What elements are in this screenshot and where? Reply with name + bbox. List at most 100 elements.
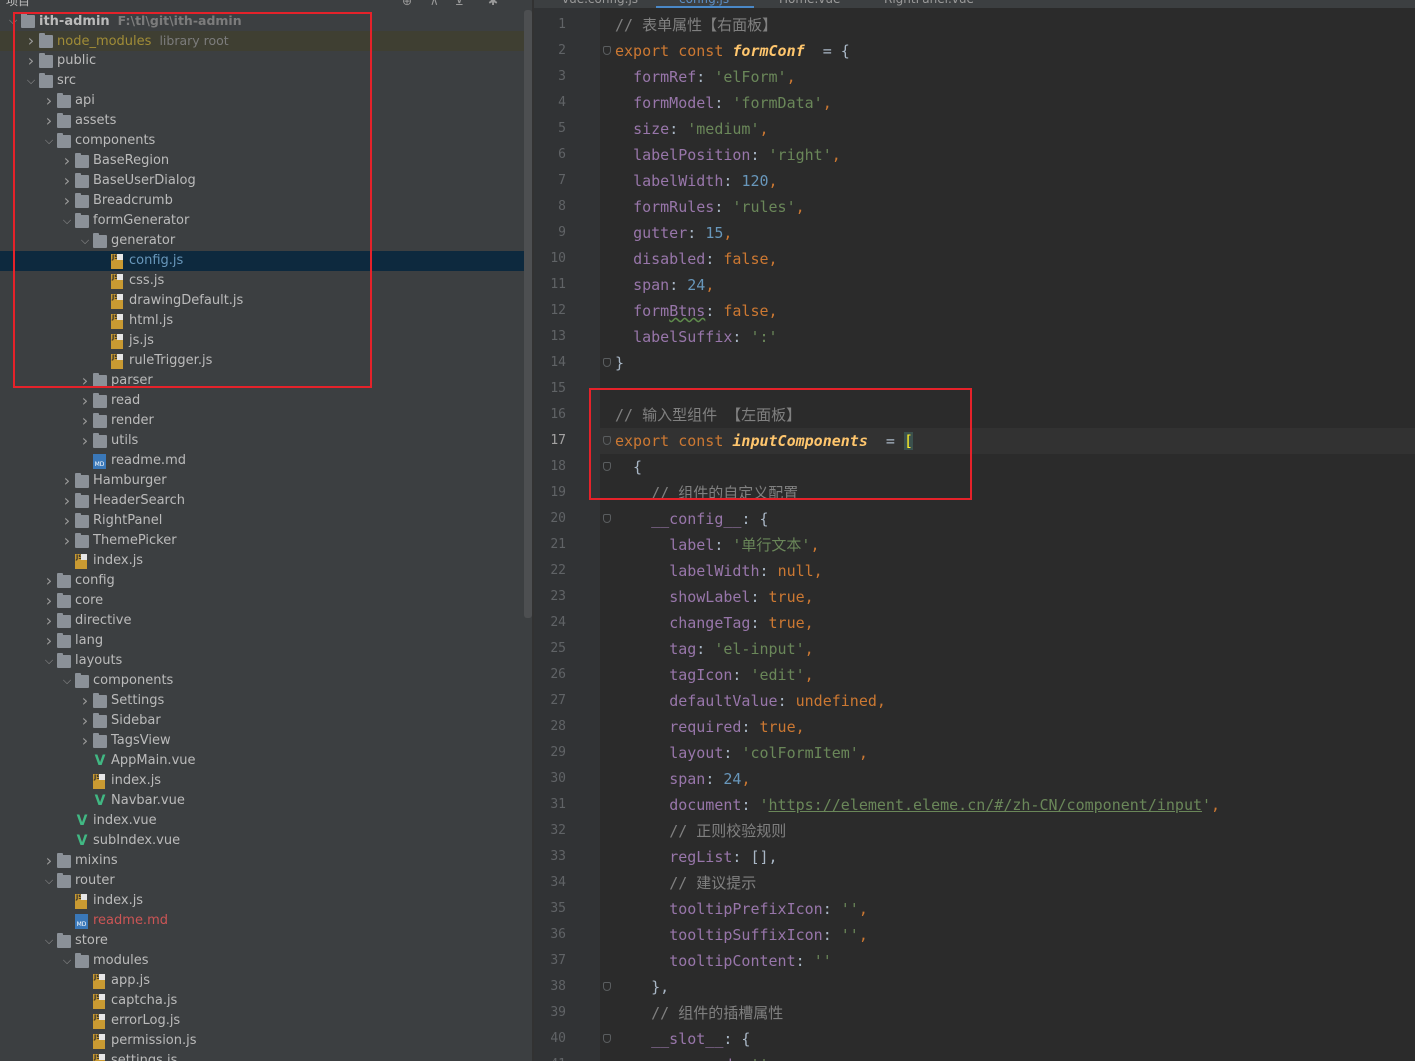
tree-item[interactable]: › core (0, 591, 524, 611)
fold-marker-icon[interactable] (603, 1034, 611, 1043)
folder-icon (57, 853, 71, 868)
code-line: // 建议提示 (669, 874, 757, 892)
js-file-icon: JS (93, 1054, 105, 1061)
tree-item-label: RightPanel (93, 513, 163, 528)
gear-icon[interactable]: ✱ (488, 0, 498, 8)
chevron-right-icon[interactable]: › (79, 411, 91, 431)
tree-item[interactable]: › TagsView (0, 731, 524, 751)
tree-item[interactable]: V AppMain.vue (0, 751, 524, 771)
folder-icon (75, 673, 89, 688)
chevron-right-icon[interactable]: › (43, 571, 55, 591)
tree-item[interactable]: JS index.js (0, 891, 524, 911)
chevron-right-icon[interactable]: › (79, 711, 91, 731)
tree-item[interactable]: ⌵ router (0, 871, 524, 891)
tree-item[interactable]: JS index.js (0, 551, 524, 571)
tree-item[interactable]: › ThemePicker (0, 531, 524, 551)
chevron-right-icon[interactable]: › (61, 491, 73, 511)
tree-item[interactable]: JS index.js (0, 771, 524, 791)
chevron-right-icon[interactable]: › (79, 431, 91, 451)
tree-item-label: Hamburger (93, 473, 167, 488)
code-line: formModel: 'formData', (633, 94, 832, 112)
chevron-right-icon[interactable]: › (79, 391, 91, 411)
line-number: 19 (550, 485, 566, 500)
folder-icon (93, 413, 107, 428)
code-line: showLabel: true, (669, 588, 814, 606)
chevron-down-icon[interactable]: ⌵ (43, 651, 55, 671)
tree-item[interactable]: › Hamburger (0, 471, 524, 491)
chevron-down-icon[interactable]: ⌵ (61, 671, 73, 691)
tree-item[interactable]: MD readme.md (0, 911, 524, 931)
project-panel-title[interactable]: 项目 (6, 0, 30, 9)
tree-item[interactable]: Vindex.vue (0, 811, 524, 831)
fold-marker-icon[interactable] (603, 514, 611, 523)
tree-item[interactable]: › config (0, 571, 524, 591)
expand-all-icon[interactable]: ⊻ (455, 0, 464, 8)
chevron-right-icon[interactable]: › (79, 691, 91, 711)
locate-file-icon[interactable]: ⊕ (402, 0, 412, 8)
tree-item-label: settings.js (111, 1053, 178, 1061)
tree-item[interactable]: JS errorLog.js (0, 1011, 524, 1031)
editor-tab[interactable]: Home.vue (779, 0, 840, 6)
code-line: layout: 'colFormItem', (669, 744, 868, 762)
editor-tabs: vue.config.jsconfig.jsHome.vueRightPanel… (534, 0, 1415, 8)
tree-item[interactable]: ⌵ layouts (0, 651, 524, 671)
tree-item-label: modules (93, 953, 149, 968)
tree-item[interactable]: › directive (0, 611, 524, 631)
line-number: 41 (534, 1052, 566, 1061)
tree-item[interactable]: JS app.js (0, 971, 524, 991)
editor-tab[interactable]: RightPanel.vue (884, 0, 974, 6)
project-scrollbar[interactable] (524, 10, 532, 618)
fold-marker-icon[interactable] (603, 46, 611, 55)
tree-item[interactable]: VsubIndex.vue (0, 831, 524, 851)
chevron-right-icon[interactable]: › (61, 471, 73, 491)
tree-item[interactable]: › Settings (0, 691, 524, 711)
chevron-down-icon[interactable]: ⌵ (61, 951, 73, 971)
tree-item-label: index.js (93, 553, 144, 568)
chevron-right-icon[interactable]: › (43, 591, 55, 611)
chevron-right-icon[interactable]: › (61, 511, 73, 531)
line-number: 25 (550, 641, 566, 656)
tree-item[interactable]: › read (0, 391, 524, 411)
tree-item[interactable]: › Sidebar (0, 711, 524, 731)
tree-item[interactable]: JS captcha.js (0, 991, 524, 1011)
tree-item[interactable]: › lang (0, 631, 524, 651)
chevron-right-icon[interactable]: › (79, 731, 91, 751)
collapse-all-icon[interactable]: ⊼ (430, 0, 439, 8)
code-line: regList: [], (669, 848, 778, 866)
chevron-down-icon[interactable]: ⌵ (43, 931, 55, 951)
line-number: 3 (558, 69, 566, 84)
tree-item[interactable]: ⌵ store (0, 931, 524, 951)
tree-item[interactable]: › RightPanel (0, 511, 524, 531)
chevron-right-icon[interactable]: › (61, 531, 73, 551)
tree-item-label: mixins (75, 853, 118, 868)
folder-icon (57, 613, 71, 628)
tree-item[interactable]: JS permission.js (0, 1031, 524, 1051)
line-number: 10 (550, 251, 566, 266)
code-line: label: '单行文本', (669, 536, 820, 554)
chevron-right-icon[interactable]: › (43, 611, 55, 631)
chevron-right-icon[interactable]: › (43, 851, 55, 871)
chevron-down-icon[interactable]: ⌵ (43, 871, 55, 891)
tree-item[interactable]: › utils (0, 431, 524, 451)
fold-marker-icon[interactable] (603, 358, 611, 367)
folder-icon (57, 573, 71, 588)
tree-item[interactable]: MD readme.md (0, 451, 524, 471)
vue-file-icon: V (76, 833, 88, 849)
tree-item[interactable]: JS settings.js (0, 1051, 524, 1061)
tree-item[interactable]: › HeaderSearch (0, 491, 524, 511)
code-editor[interactable]: vue.config.jsconfig.jsHome.vueRightPanel… (534, 0, 1415, 1061)
tree-item[interactable]: › render (0, 411, 524, 431)
chevron-right-icon[interactable]: › (43, 631, 55, 651)
folder-icon (93, 393, 107, 408)
editor-tab[interactable]: vue.config.js (562, 0, 638, 6)
tree-item[interactable]: ⌵ modules (0, 951, 524, 971)
tree-item[interactable]: › mixins (0, 851, 524, 871)
line-number: 18 (550, 459, 566, 474)
tree-highlight-box (13, 12, 372, 388)
fold-marker-icon[interactable] (603, 982, 611, 991)
folder-icon (57, 933, 71, 948)
tree-item[interactable]: ⌵ components (0, 671, 524, 691)
js-file-icon: JS (93, 974, 105, 989)
tree-item[interactable]: V Navbar.vue (0, 791, 524, 811)
tree-item-label: Settings (111, 693, 165, 708)
